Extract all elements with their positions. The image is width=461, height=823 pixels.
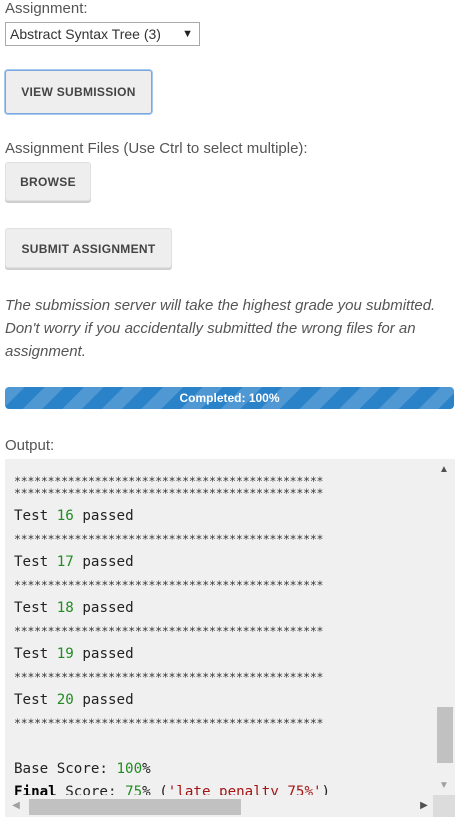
- submission-note: The submission server will take the high…: [5, 297, 436, 360]
- base-score-line: Base Score: 100%: [14, 761, 151, 777]
- view-submission-button[interactable]: VIEW SUBMISSION: [5, 70, 152, 114]
- test-line: Test 19 passed: [14, 646, 134, 662]
- test-line: Test 17 passed: [14, 554, 134, 570]
- output-separator: ****************************************…: [14, 716, 324, 730]
- assignment-select[interactable]: Abstract Syntax Tree (3) ▼: [5, 22, 200, 46]
- browse-button[interactable]: BROWSE: [5, 162, 91, 201]
- submission-page: Assignment: Abstract Syntax Tree (3) ▼ V…: [0, 0, 461, 823]
- output-separator: ****************************************…: [14, 624, 324, 638]
- scroll-right-arrow-icon[interactable]: ▶: [415, 795, 433, 817]
- vertical-scrollbar[interactable]: ▲ ▼: [433, 459, 455, 795]
- output-label: Output:: [5, 437, 55, 454]
- scroll-left-arrow-icon[interactable]: ◀: [7, 795, 25, 817]
- scroll-down-arrow-icon[interactable]: ▼: [433, 777, 455, 795]
- assignment-files-label: Assignment Files (Use Ctrl to select mul…: [5, 140, 308, 157]
- dropdown-arrow-icon: ▼: [182, 28, 193, 40]
- assignment-select-value: Abstract Syntax Tree (3): [10, 26, 161, 42]
- output-separator: ****************************************…: [14, 532, 324, 546]
- horizontal-scrollbar[interactable]: ◀ ▶: [5, 795, 433, 817]
- submit-assignment-button[interactable]: SUBMIT ASSIGNMENT: [5, 228, 172, 268]
- assignment-label: Assignment:: [5, 0, 88, 17]
- test-line: Test 20 passed: [14, 692, 134, 708]
- horizontal-scroll-thumb[interactable]: [29, 799, 241, 815]
- progress-bar: Completed: 100%: [5, 387, 454, 409]
- output-panel[interactable]: ****************************************…: [5, 459, 455, 817]
- output-separator: ****************************************…: [14, 578, 324, 592]
- scrollbar-corner: [433, 795, 455, 817]
- output-separator: ****************************************…: [14, 670, 324, 684]
- output-content: ****************************************…: [14, 459, 424, 817]
- output-separator: ****************************************…: [14, 486, 324, 500]
- test-line: Test 16 passed: [14, 508, 134, 524]
- test-line: Test 18 passed: [14, 600, 134, 616]
- vertical-scroll-thumb[interactable]: [437, 707, 453, 763]
- scroll-up-arrow-icon[interactable]: ▲: [433, 461, 455, 479]
- output-separator: ****************************************…: [14, 474, 324, 488]
- progress-text: Completed: 100%: [179, 391, 280, 405]
